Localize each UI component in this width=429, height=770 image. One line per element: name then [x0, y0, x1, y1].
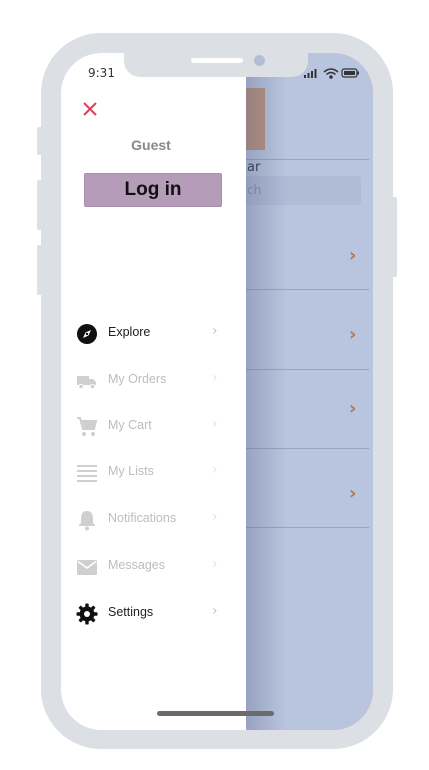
menu-item-my-orders[interactable]: My Orders ›	[76, 368, 226, 394]
chevron-right-icon: ›	[212, 370, 218, 386]
menu-item-label: Notifications	[108, 511, 177, 525]
chevron-right-icon: ›	[212, 603, 218, 619]
power-button	[391, 197, 397, 277]
chevron-right-icon: ›	[212, 556, 218, 572]
volume-down-button	[37, 245, 43, 295]
chevron-right-icon: ›	[212, 323, 218, 339]
drawer-shadow	[246, 53, 286, 730]
battery-icon	[341, 68, 359, 78]
bell-icon	[79, 511, 95, 531]
signal-icon	[304, 69, 317, 78]
menu-item-settings[interactable]: Settings ›	[76, 601, 226, 627]
volume-up-button	[37, 180, 43, 230]
menu-item-explore[interactable]: Explore ›	[76, 321, 226, 347]
menu-item-label: Messages	[108, 558, 165, 572]
chevron-right-icon: ›	[212, 509, 218, 525]
chevron-right-icon[interactable]: ›	[349, 398, 356, 419]
chevron-right-icon: ›	[212, 416, 218, 432]
menu-item-notifications[interactable]: Notifications ›	[76, 507, 226, 533]
menu-item-label: My Orders	[108, 372, 167, 386]
truck-icon	[77, 376, 96, 390]
user-name: Guest	[131, 137, 171, 153]
close-icon[interactable]	[81, 100, 99, 118]
home-indicator[interactable]	[157, 711, 274, 716]
menu-item-my-lists[interactable]: My Lists ›	[76, 460, 226, 486]
status-icons	[304, 68, 359, 79]
speaker-grille	[191, 58, 243, 63]
menu-item-label: Settings	[108, 605, 154, 619]
menu-item-label: Explore	[108, 325, 151, 339]
front-camera	[254, 55, 265, 66]
menu-item-messages[interactable]: Messages ›	[76, 554, 226, 580]
status-time: 9:31	[88, 66, 115, 80]
login-button[interactable]: Log in	[84, 173, 222, 207]
menu-item-my-cart[interactable]: My Cart ›	[76, 414, 226, 440]
list-icon	[77, 465, 97, 482]
chevron-right-icon: ›	[212, 462, 218, 478]
gear-icon	[76, 603, 98, 625]
chevron-right-icon[interactable]: ›	[349, 324, 356, 345]
navigation-drawer: Guest Log in Explore › My Orders › My Ca…	[61, 53, 246, 730]
envelope-icon	[77, 560, 97, 575]
chevron-right-icon[interactable]: ›	[349, 483, 356, 504]
menu-item-label: My Cart	[108, 418, 152, 432]
compass-icon	[77, 324, 97, 344]
notch	[124, 53, 308, 77]
wifi-icon	[323, 68, 339, 79]
mute-switch	[37, 127, 43, 155]
phone-screen: ar ch › › › › Guest Log in Explore ›	[61, 53, 373, 730]
chevron-right-icon[interactable]: ›	[349, 245, 356, 266]
menu-item-label: My Lists	[108, 464, 154, 478]
cart-icon	[77, 417, 98, 436]
